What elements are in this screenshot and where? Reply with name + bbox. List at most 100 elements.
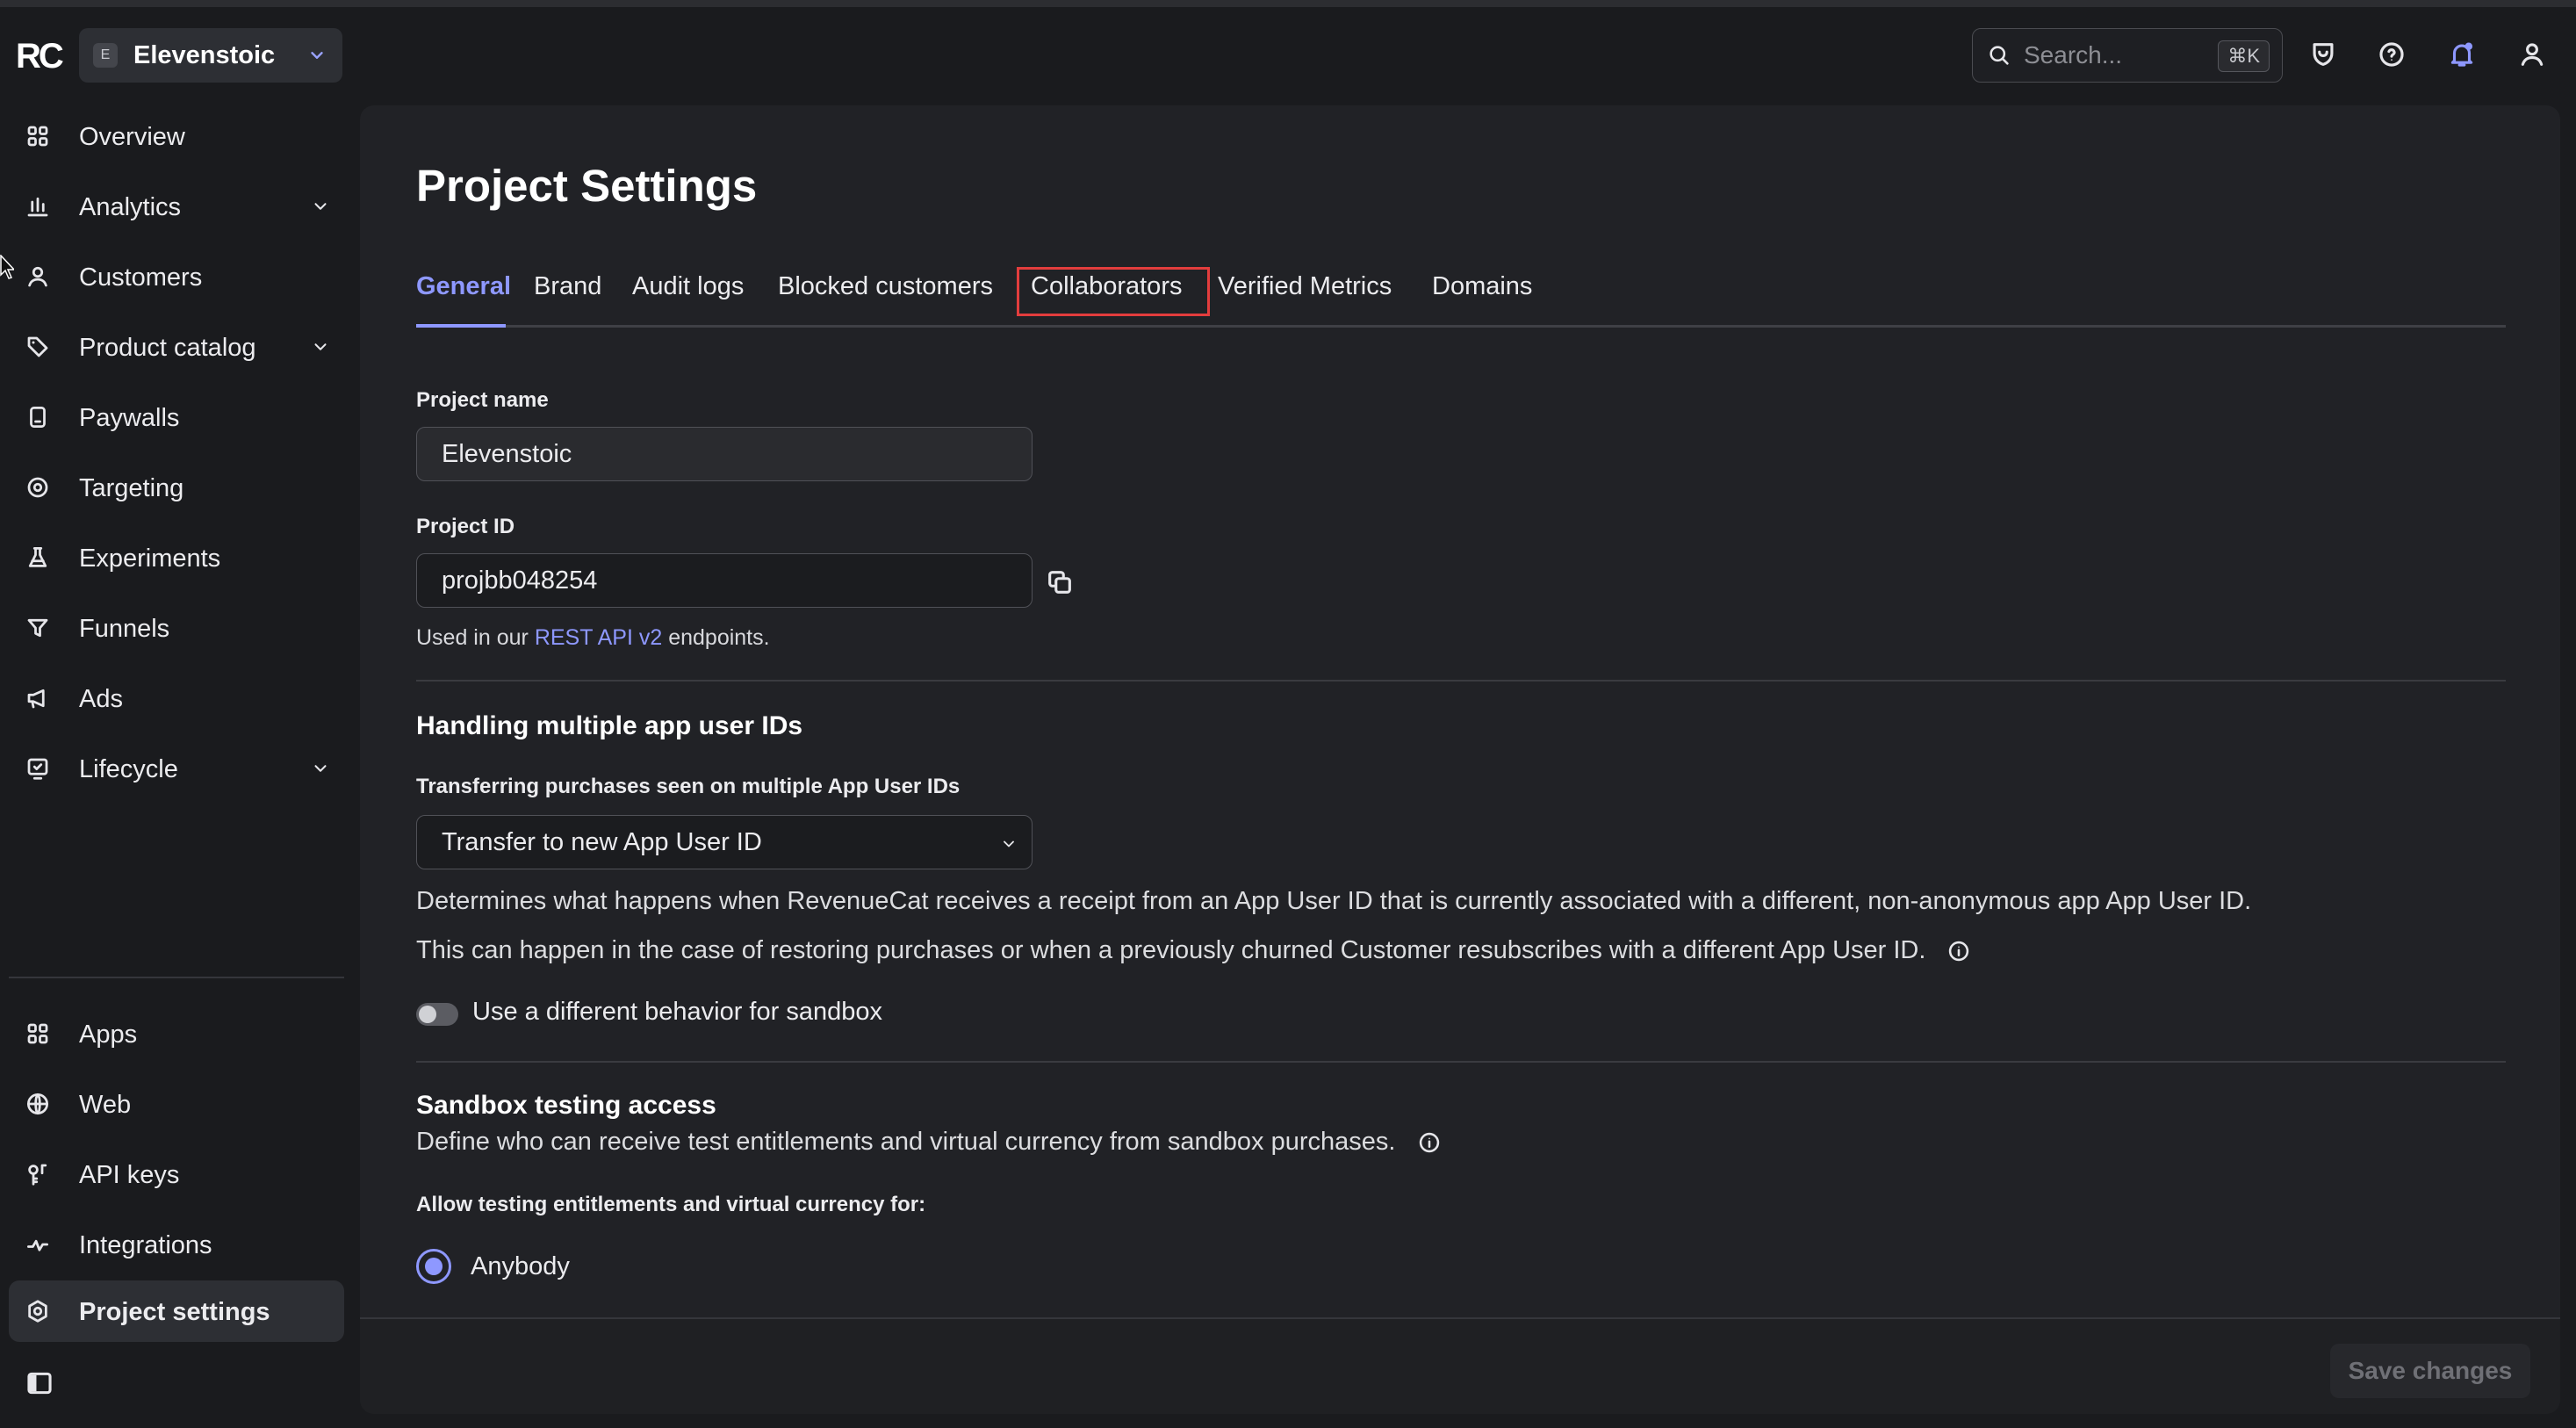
sidebar-item-label: Product catalog [79,334,256,362]
sidebar-item-label: Integrations [79,1231,212,1259]
copy-project-id-button[interactable] [1045,567,1075,597]
rest-api-link[interactable]: REST API v2 [535,625,662,650]
help-icon [2377,40,2407,69]
tab-general[interactable]: General [416,272,511,301]
shield-button[interactable] [2304,35,2342,74]
lifecycle-icon [25,755,51,782]
shield-icon [2308,40,2338,69]
sidebar-item-project-settings[interactable]: Project settings [9,1280,344,1342]
mouse-cursor-icon [0,255,14,279]
sidebar-item-label: Customers [79,263,203,292]
section-divider [416,680,2506,682]
sidebar-item-api-keys[interactable]: API keys [9,1143,344,1205]
sidebar-item-customers[interactable]: Customers [9,246,344,307]
collapse-sidebar-button[interactable] [25,1368,54,1398]
account-button[interactable] [2513,35,2551,74]
sidebar-item-web[interactable]: Web [9,1073,344,1135]
sidebar-item-label: Experiments [79,545,221,573]
sidebar-item-label: Funnels [79,615,170,643]
sidebar-item-label: Paywalls [79,404,180,432]
tab-domains[interactable]: Domains [1432,272,1532,301]
project-id-field[interactable]: projbb048254 [416,553,1033,608]
notifications-button[interactable] [2443,35,2481,74]
sidebar-item-paywalls[interactable]: Paywalls [9,386,344,448]
sidebar-item-label: Lifecycle [79,755,178,783]
sidebar-item-integrations[interactable]: Integrations [9,1214,344,1275]
sidebar-item-label: Ads [79,685,123,713]
project-id-label: Project ID [416,515,515,538]
sidebar-item-label: Targeting [79,474,184,502]
project-id-help: Used in our REST API v2 endpoints. [416,625,770,651]
person-icon [25,263,51,290]
tabs-divider [416,325,2506,328]
settings-icon [25,1298,51,1324]
grid-icon [25,123,51,149]
search-placeholder: Search... [2024,41,2123,69]
account-icon [2517,40,2547,69]
tab-verified-metrics[interactable]: Verified Metrics [1218,272,1392,301]
copy-icon [1045,567,1075,597]
project-switcher[interactable]: E Elevenstoic [79,28,342,83]
key-icon [25,1161,51,1187]
chevron-down-icon [307,46,327,65]
sidebar-item-experiments[interactable]: Experiments [9,527,344,588]
integrations-icon [25,1231,51,1258]
chart-icon [25,193,51,220]
section-divider [416,1061,2506,1063]
tab-brand[interactable]: Brand [534,272,601,301]
sidebar-item-ads[interactable]: Ads [9,667,344,729]
megaphone-icon [25,685,51,711]
transfer-selected-value: Transfer to new App User ID [442,827,762,856]
project-badge: E [93,43,118,68]
chevron-down-icon [1000,835,1018,853]
allow-testing-label: Allow testing entitlements and virtual c… [416,1193,926,1216]
transfer-label: Transferring purchases seen on multiple … [416,775,961,798]
sidebar-item-label: Apps [79,1021,138,1049]
sidebar-item-funnels[interactable]: Funnels [9,597,344,659]
radio-anybody-label: Anybody [471,1252,570,1280]
info-icon[interactable] [1946,939,1971,963]
help-button[interactable] [2372,35,2411,74]
sidebar-item-product-catalog[interactable]: Product catalog [9,316,344,378]
phone-icon [25,404,51,430]
project-switcher-name: Elevenstoic [133,40,276,69]
funnel-icon [25,615,51,641]
project-name-input[interactable]: Elevenstoic [416,427,1033,481]
sidebar-item-targeting[interactable]: Targeting [9,457,344,518]
chevron-down-icon [311,197,330,216]
radio-anybody[interactable] [416,1249,451,1284]
window-top-strip [0,0,2576,7]
sidebar-item-label: Project settings [79,1298,270,1326]
sidebar-divider [9,977,344,978]
project-name-label: Project name [416,388,549,412]
help-text-suffix: endpoints. [668,625,770,650]
active-tab-indicator [416,324,506,328]
sidebar-item-lifecycle[interactable]: Lifecycle [9,738,344,799]
tab-blocked-customers[interactable]: Blocked customers [778,272,993,301]
transfer-description-1: Determines what happens when RevenueCat … [416,887,2252,915]
tab-audit-logs[interactable]: Audit logs [632,272,744,301]
search-icon [1987,43,2011,68]
sidebar-item-apps[interactable]: Apps [9,1003,344,1064]
save-changes-button[interactable]: Save changes [2330,1344,2530,1398]
sandbox-behavior-toggle[interactable] [416,1003,458,1026]
sidebar-item-overview[interactable]: Overview [9,105,344,167]
transfer-description-2: This can happen in the case of restoring… [416,936,1926,964]
sandbox-toggle-label: Use a different behavior for sandbox [472,998,882,1026]
revenuecat-logo[interactable]: RC [16,37,64,76]
flask-icon [25,545,51,571]
help-text-prefix: Used in our [416,625,529,650]
sidebar-item-label: Web [79,1091,132,1119]
sidebar-item-label: Analytics [79,193,182,221]
grid-icon [25,1021,51,1047]
info-icon[interactable] [1417,1130,1442,1155]
sidebar-item-label: Overview [79,123,185,151]
sandbox-description: Define who can receive test entitlements… [416,1128,1396,1156]
transfer-behavior-select[interactable]: Transfer to new App User ID [416,815,1033,869]
multi-ids-section-title: Handling multiple app user IDs [416,711,803,740]
sandbox-description-row: Define who can receive test entitlements… [416,1128,1442,1157]
toggle-knob [419,1006,436,1023]
settings-footer: Save changes [360,1317,2560,1414]
sidebar-item-analytics[interactable]: Analytics [9,176,344,237]
search-box[interactable]: Search... ⌘K [1972,28,2283,83]
